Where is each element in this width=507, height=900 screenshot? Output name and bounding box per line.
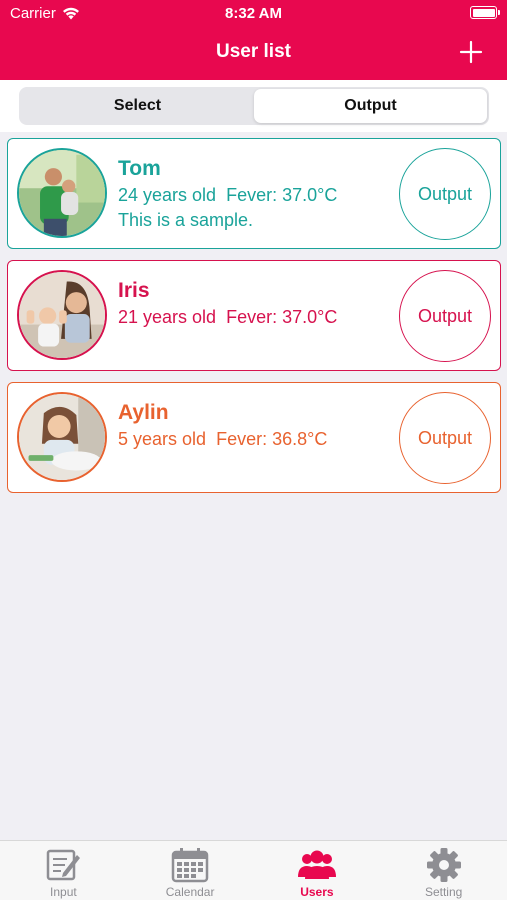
tab-label: Input <box>50 885 77 899</box>
mode-segmented-control: Select Output <box>19 87 489 125</box>
user-fever: Fever: 36.8°C <box>216 429 328 449</box>
users-icon <box>297 850 336 879</box>
add-user-button[interactable] <box>459 40 483 64</box>
tab-label: Setting <box>424 885 463 899</box>
top-bar: Carrier 8:32 AM User list <box>0 0 507 80</box>
output-button[interactable]: Output <box>399 392 491 484</box>
user-info: 5 years old Fever: 36.8°C <box>118 429 327 450</box>
gear-icon <box>426 848 461 882</box>
user-photo <box>19 394 105 480</box>
clock: 8:32 AM <box>225 5 282 22</box>
tab-input[interactable]: Input <box>0 841 127 900</box>
tab-bar: Input Calendar Users Setting <box>0 840 507 900</box>
user-fever: Fever: 37.0°C <box>226 307 338 327</box>
user-note: This is a sample. <box>118 210 254 230</box>
calendar-icon <box>171 848 209 883</box>
input-icon <box>47 849 81 881</box>
user-card-tom[interactable]: Tom 24 years old Fever: 37.0°C This is a… <box>7 138 501 249</box>
user-card-aylin[interactable]: Aylin 5 years old Fever: 36.8°C Output <box>7 382 501 493</box>
avatar <box>17 270 107 360</box>
avatar <box>17 392 107 482</box>
tab-users[interactable]: Users <box>254 841 381 900</box>
segment-select[interactable]: Select <box>21 89 254 123</box>
user-name: Aylin <box>118 401 169 424</box>
tab-label: Users <box>300 885 334 899</box>
user-age: 24 years old <box>118 185 217 205</box>
output-button[interactable]: Output <box>399 148 491 240</box>
user-name: Tom <box>118 157 161 180</box>
user-fever: Fever: 37.0°C <box>226 185 338 205</box>
battery-icon <box>470 6 500 19</box>
avatar <box>17 148 107 238</box>
user-card-iris[interactable]: Iris 21 years old Fever: 37.0°C Output <box>7 260 501 371</box>
user-name: Iris <box>118 279 150 302</box>
status-bar: Carrier 8:32 AM <box>0 0 507 28</box>
tab-setting[interactable]: Setting <box>380 841 507 900</box>
tab-label: Calendar <box>165 885 215 899</box>
output-button[interactable]: Output <box>399 270 491 362</box>
segment-output[interactable]: Output <box>254 89 487 123</box>
page-title: User list <box>216 41 291 62</box>
user-photo <box>19 272 105 358</box>
user-info: 24 years old Fever: 37.0°C <box>118 185 337 206</box>
user-info: 21 years old Fever: 37.0°C <box>118 307 337 328</box>
segment-container: Select Output <box>0 80 507 132</box>
user-photo <box>19 150 105 236</box>
user-age: 21 years old <box>118 307 217 327</box>
tab-calendar[interactable]: Calendar <box>127 841 254 900</box>
user-age: 5 years old <box>118 429 207 449</box>
